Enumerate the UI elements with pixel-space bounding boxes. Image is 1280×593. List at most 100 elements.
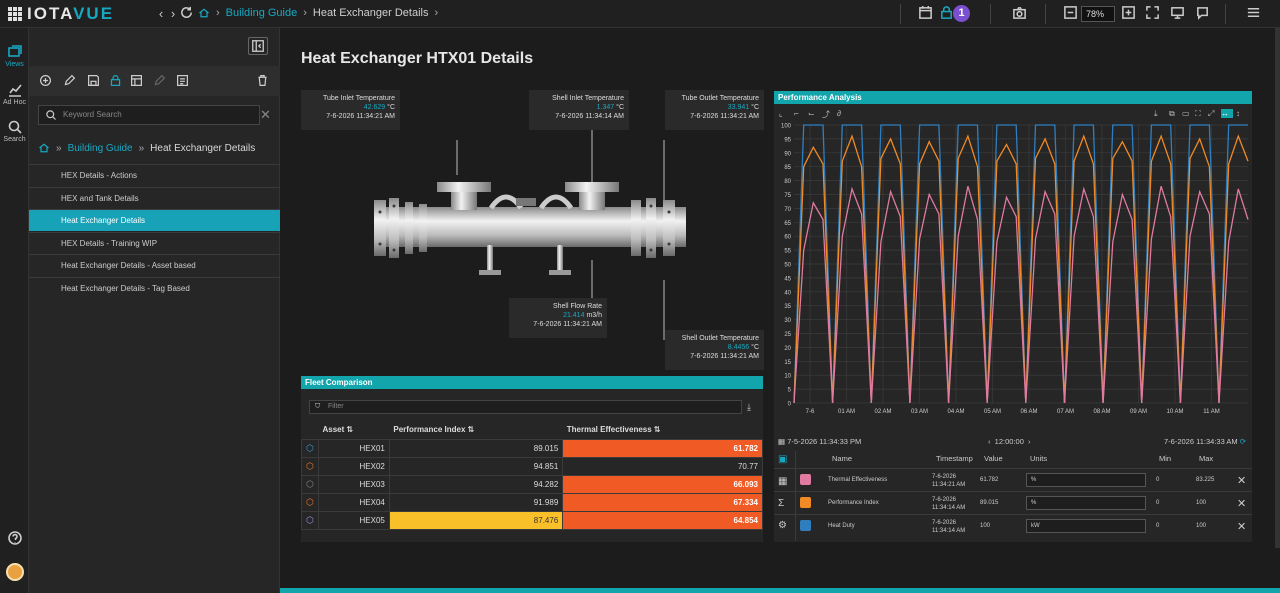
tag-tube-inlet-temperature[interactable]: Tube Inlet Temperature 42.629 °C 7-6-202… (301, 90, 400, 130)
column-asset[interactable]: Asset ⇅ (318, 420, 390, 440)
live-refresh-icon[interactable]: ⟳ (1240, 437, 1246, 446)
chart-copy-icon[interactable]: ⧉ (1169, 109, 1178, 118)
nav-item[interactable]: Heat Exchanger Details - Tag Based (29, 277, 280, 299)
remove-series-icon[interactable]: ✕ (1237, 520, 1246, 533)
horizontal-scrollbar[interactable] (280, 588, 1280, 593)
vertical-scrollbar[interactable] (1275, 28, 1280, 548)
refresh-icon[interactable] (177, 5, 195, 23)
table-row[interactable]: ⬡ HEX02 94.851 70.77 (301, 456, 763, 476)
nav-item[interactable]: HEX Details - Training WIP (29, 231, 280, 254)
zoom-level[interactable]: 78% (1081, 6, 1115, 22)
cell-asset: HEX05 (318, 510, 390, 530)
lock-view-icon[interactable] (109, 74, 123, 88)
column-performance-index[interactable]: Performance Index ⇅ (389, 420, 563, 440)
adhoc-nav[interactable]: Ad Hoc (0, 82, 29, 106)
app-logo[interactable]: IOTAVUE (8, 4, 114, 23)
legend-row[interactable]: Performance Index 7-6-2026 11:34:14 AM 89.… (774, 491, 1252, 513)
calendar-icon[interactable] (916, 5, 934, 23)
chat-icon[interactable] (1193, 5, 1211, 23)
remove-series-icon[interactable]: ✕ (1237, 474, 1246, 487)
chart-tool-zoom-icon[interactable]: ⌞ (779, 109, 788, 118)
time-range-end[interactable]: 7-6-2026 11:34:33 AM ⟳ (1164, 437, 1246, 446)
views-nav[interactable]: Views (0, 44, 29, 68)
chart-tool-link-icon[interactable]: ∂ (837, 109, 846, 118)
presentation-icon[interactable] (1168, 5, 1186, 23)
table-row[interactable]: ⬡ HEX05 87.476 64.854 (301, 510, 763, 530)
keyword-search-input[interactable]: Keyword Search (38, 105, 260, 125)
time-interval[interactable]: ‹ 12:00:00 › (988, 437, 1031, 446)
legend-header-name: Name (832, 454, 853, 463)
fleet-filter-input[interactable]: ⛉ Filter (309, 400, 742, 414)
series-color-swatch[interactable] (800, 497, 811, 508)
save-icon[interactable] (87, 74, 101, 88)
y-tick-label: 0 (788, 402, 792, 408)
chart-hscale-icon[interactable]: ↔ (1221, 109, 1233, 118)
delete-icon[interactable] (256, 74, 270, 88)
tag-tube-outlet-temperature[interactable]: Tube Outlet Temperature 33.941 °C 7-6-20… (665, 90, 764, 130)
nav-item[interactable]: Heat Exchanger Details - Asset based (29, 254, 280, 276)
legend-max: 83.225 (1196, 477, 1215, 483)
search-nav[interactable]: Search (0, 119, 29, 143)
chart-image-icon[interactable]: ▭ (1182, 109, 1191, 118)
nav-item[interactable]: Heat Exchanger Details (29, 209, 280, 232)
clear-search-icon[interactable]: ✕ (260, 107, 271, 123)
chart-fullscreen-icon[interactable]: ⛶ (1195, 109, 1204, 118)
legend-unit-input[interactable]: kW (1026, 519, 1146, 533)
y-tick-label: 45 (784, 276, 791, 282)
add-icon[interactable] (39, 74, 53, 88)
chart-expand-icon[interactable]: ⤢ (1208, 109, 1217, 118)
home-icon[interactable] (198, 7, 210, 19)
edit-icon[interactable] (63, 74, 77, 88)
cell-thermal-effectiveness: 67.334 (562, 492, 763, 512)
legend-row[interactable]: Heat Duty 7-6-2026 11:34:14 AM 100 kW 0 100 ✕ (774, 514, 1252, 536)
notification-badge[interactable]: 1 (953, 5, 970, 22)
y-tick-label: 25 (784, 332, 791, 338)
legend-row[interactable]: Thermal Effectiveness 7-6-2026 11:34:21 A… (774, 468, 1252, 490)
help-icon[interactable] (0, 530, 29, 547)
menu-icon[interactable] (1244, 5, 1262, 23)
legend-max: 100 (1196, 500, 1207, 506)
fit-screen-icon[interactable] (1143, 5, 1161, 23)
next-interval-icon[interactable]: › (1028, 437, 1031, 446)
series-color-swatch[interactable] (800, 474, 811, 485)
legend-unit-input[interactable]: % (1026, 496, 1146, 510)
avatar[interactable] (0, 563, 29, 581)
chart-vscale-icon[interactable]: ↕ (1236, 109, 1245, 118)
download-icon[interactable]: ⤓ (747, 402, 751, 413)
legend-unit-input[interactable]: % (1026, 473, 1146, 487)
tag-shell-flow-rate[interactable]: Shell Flow Rate 21.414 m3/h 7-6-2026 11:… (509, 298, 607, 338)
panel-home-icon[interactable] (38, 142, 50, 154)
prev-interval-icon[interactable]: ‹ (988, 437, 991, 446)
list-icon[interactable] (176, 74, 190, 88)
layout-icon[interactable] (130, 74, 144, 88)
left-icon-bar: Views Ad Hoc Search (0, 28, 29, 593)
chart-tool-trend-icon[interactable]: ⤴ (822, 109, 831, 119)
performance-chart[interactable]: 0 5 10 15 20 25 30 35 40 45 50 55 60 65 70 75 80 85 90 95 10… (774, 121, 1252, 441)
series-color-swatch[interactable] (800, 520, 811, 531)
y-tick-label: 80 (784, 179, 791, 185)
performance-analysis-panel: Performance Analysis ⌞ ⌐ ⌙ ⤴ ∂ ⤓ ⧉ ▭ ⛶ ⤢… (774, 91, 1252, 542)
legend-chart-icon[interactable]: ▣ (778, 454, 787, 465)
column-thermal-effectiveness[interactable]: Thermal Effectiveness ⇅ (562, 420, 763, 440)
chart-download-icon[interactable]: ⤓ (1154, 109, 1163, 118)
nav-item[interactable]: HEX Details - Actions (29, 164, 280, 186)
zoom-in-icon[interactable] (1119, 5, 1137, 23)
collapse-panel-button[interactable] (248, 37, 268, 55)
table-row[interactable]: ⬡ HEX01 89.015 61.782 (301, 438, 763, 458)
chart-tool-pan-icon[interactable]: ⌐ (794, 109, 803, 118)
table-row[interactable]: ⬡ HEX04 91.989 67.334 (301, 492, 763, 512)
chart-tool-select-icon[interactable]: ⌙ (808, 109, 817, 118)
cell-asset: HEX03 (318, 474, 390, 494)
tag-shell-outlet-temperature[interactable]: Shell Outlet Temperature 8.4456 °C 7-6-2… (665, 330, 764, 370)
series-line-performance-index[interactable] (793, 134, 1249, 404)
camera-icon[interactable] (1010, 5, 1028, 23)
table-row[interactable]: ⬡ HEX03 94.282 66.093 (301, 474, 763, 494)
remove-series-icon[interactable]: ✕ (1237, 497, 1246, 510)
tag-shell-inlet-temperature[interactable]: Shell Inlet Temperature 1.347 °C 7-6-202… (529, 90, 629, 130)
panel-toolbar (29, 66, 280, 96)
panel-breadcrumb-link[interactable]: Building Guide (68, 143, 133, 154)
nav-item[interactable]: HEX and Tank Details (29, 186, 280, 209)
zoom-out-icon[interactable] (1061, 5, 1079, 23)
time-range-start[interactable]: ▦ 7-5-2026 11:34:33 PM (778, 437, 861, 446)
breadcrumb-building-guide[interactable]: Building Guide (226, 7, 298, 19)
